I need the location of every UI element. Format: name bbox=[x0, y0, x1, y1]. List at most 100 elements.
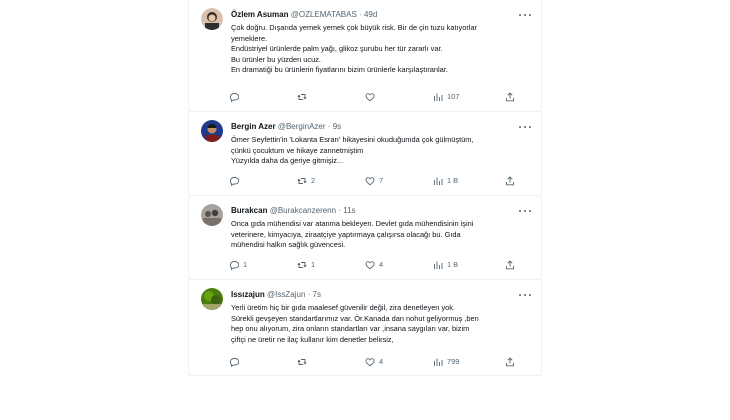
like-button[interactable]: 4 bbox=[365, 356, 383, 368]
tweet-text-line: Ömer Seyfettin'in 'Lokanta Esrarı' hikay… bbox=[231, 135, 474, 144]
like-count: 4 bbox=[379, 260, 384, 269]
tweet-time[interactable]: 7s bbox=[313, 290, 321, 299]
tweet-actions: 107 bbox=[229, 91, 531, 103]
heart-icon bbox=[365, 358, 375, 367]
share-button[interactable] bbox=[505, 356, 515, 368]
tweet-text-line: mühendisi halkın sağlık güvencesi. bbox=[231, 240, 346, 250]
more-icon[interactable] bbox=[519, 290, 531, 300]
reply-count: 1 bbox=[243, 260, 248, 269]
views-icon bbox=[434, 261, 443, 269]
share-icon bbox=[506, 92, 514, 102]
separator-dot: · bbox=[307, 290, 311, 299]
share-button[interactable] bbox=[505, 259, 515, 271]
author-name[interactable]: Bergin Azer bbox=[231, 122, 276, 131]
tweet-header: Özlem Asuman @OZLEMATABAS · 49d bbox=[231, 9, 533, 21]
like-count: 4 bbox=[379, 357, 384, 366]
retweet-icon bbox=[297, 262, 307, 268]
separator-dot: · bbox=[359, 10, 362, 19]
tweet-text-line: Endüstriyel ürünlerde palm yağı, glikoz … bbox=[231, 44, 443, 54]
author-name[interactable]: Burakcan bbox=[231, 206, 267, 215]
tweet-actions: 2 7 1 B bbox=[229, 175, 531, 187]
view-count: 1 B bbox=[447, 176, 459, 185]
views-icon bbox=[434, 358, 443, 366]
reply-button[interactable]: 1 bbox=[229, 259, 247, 271]
views-button[interactable]: 799 bbox=[433, 356, 459, 368]
retweet-count: 2 bbox=[311, 176, 316, 185]
retweet-button[interactable] bbox=[297, 91, 311, 103]
tweet[interactable]: Burakcan @Burakcanzerenn · 11s Onca gıda… bbox=[189, 196, 541, 280]
tweet-header: Burakcan @Burakcanzerenn · 11s bbox=[231, 205, 533, 217]
tweet-text-line: veterinere, kimyacıya, ziraatçiye yaptır… bbox=[231, 229, 461, 239]
tweet-text-line: En dramatiği bu ürünlerin fiyatlarını bi… bbox=[231, 65, 448, 75]
author-handle[interactable]: @Burakcanzerenn bbox=[270, 206, 336, 215]
separator-dot: · bbox=[327, 122, 331, 131]
view-count: 799 bbox=[447, 357, 460, 366]
tweet-text-line: Bu ürünler bu yüzden ucuz. bbox=[231, 54, 321, 64]
tweet-actions: 1 1 4 1 B bbox=[229, 259, 531, 271]
view-count: 1 B bbox=[447, 260, 459, 269]
author-name[interactable]: Issızajun bbox=[231, 290, 265, 299]
more-icon[interactable] bbox=[519, 122, 531, 132]
author-handle[interactable]: @IssZajun bbox=[267, 290, 305, 299]
tweet-actions: 4 799 bbox=[229, 356, 531, 368]
retweet-button[interactable] bbox=[297, 356, 311, 368]
reply-icon bbox=[229, 177, 239, 186]
tweet-time[interactable]: 49d bbox=[364, 10, 377, 19]
more-icon[interactable] bbox=[519, 10, 531, 20]
tweet-text-line: Çok doğru. Dışarıda yemek yemek çok büyü… bbox=[231, 23, 478, 32]
like-button[interactable]: 7 bbox=[365, 175, 383, 187]
share-icon bbox=[506, 260, 514, 270]
tweet-text-line: Sürekli gevşeyen standartlarımız var. Ör… bbox=[231, 313, 479, 323]
tweet-text: Çok doğru. Dışarıda yemek yemek çok büyü… bbox=[231, 23, 527, 76]
avatar[interactable] bbox=[201, 120, 223, 142]
share-icon bbox=[506, 357, 514, 367]
tweet-time[interactable]: 9s bbox=[333, 122, 341, 131]
tweet[interactable]: Issızajun @IssZajun · 7s Yerli üretim hi… bbox=[189, 280, 541, 375]
retweet-button[interactable]: 1 bbox=[297, 259, 315, 271]
share-button[interactable] bbox=[505, 175, 515, 187]
reply-icon bbox=[229, 261, 239, 270]
reply-button[interactable] bbox=[229, 175, 243, 187]
avatar[interactable] bbox=[201, 288, 223, 310]
tweet-text-line: hep onu alıyorum, zira onların standartl… bbox=[231, 324, 470, 334]
reply-icon bbox=[229, 93, 239, 102]
retweet-button[interactable]: 2 bbox=[297, 175, 315, 187]
tweet-text: Onca gıda mühendisi var atanma bekleyen.… bbox=[231, 219, 527, 251]
tweet-text-line: yemeklere. bbox=[231, 33, 268, 43]
retweet-icon bbox=[297, 94, 307, 100]
views-button[interactable]: 1 B bbox=[433, 175, 458, 187]
tweet[interactable]: Bergin Azer @BerginAzer · 9s Ömer Seyfet… bbox=[189, 112, 541, 196]
reply-button[interactable] bbox=[229, 356, 243, 368]
tweet-feed: Özlem Asuman @OZLEMATABAS · 49d Çok doğr… bbox=[188, 0, 542, 376]
more-icon[interactable] bbox=[519, 206, 531, 216]
separator-dot: · bbox=[338, 206, 341, 215]
author-handle[interactable]: @BerginAzer bbox=[278, 122, 326, 131]
retweet-count: 1 bbox=[311, 260, 316, 269]
tweet-header: Bergin Azer @BerginAzer · 9s bbox=[231, 121, 533, 133]
avatar[interactable] bbox=[201, 204, 223, 226]
like-button[interactable]: 4 bbox=[365, 259, 383, 271]
tweet-text-line: Yerli üretim hiç bir gıda maalesef güven… bbox=[231, 303, 456, 312]
tweet-text-line: çiftçi ne üretir ne ilaç kullanır kim de… bbox=[231, 334, 394, 344]
author-name[interactable]: Özlem Asuman bbox=[231, 10, 289, 19]
share-icon bbox=[506, 176, 514, 186]
tweet-time[interactable]: 11s bbox=[343, 206, 355, 215]
tweet-text: Yerli üretim hiç bir gıda maalesef güven… bbox=[231, 303, 527, 345]
views-button[interactable]: 1 B bbox=[433, 259, 458, 271]
like-button[interactable] bbox=[365, 91, 379, 103]
retweet-icon bbox=[297, 178, 307, 184]
tweet[interactable]: Özlem Asuman @OZLEMATABAS · 49d Çok doğr… bbox=[189, 0, 541, 112]
avatar[interactable] bbox=[201, 8, 223, 30]
view-count: 107 bbox=[447, 92, 460, 101]
heart-icon bbox=[365, 261, 375, 270]
retweet-icon bbox=[297, 359, 307, 365]
like-count: 7 bbox=[379, 176, 384, 185]
tweet-header: Issızajun @IssZajun · 7s bbox=[231, 289, 533, 301]
tweet-text-line: Onca gıda mühendisi var atanma bekleyen.… bbox=[231, 219, 474, 228]
tweet-text: Ömer Seyfettin'in 'Lokanta Esrarı' hikay… bbox=[231, 135, 527, 167]
share-button[interactable] bbox=[505, 91, 515, 103]
views-icon bbox=[434, 177, 443, 185]
reply-button[interactable] bbox=[229, 91, 243, 103]
views-button[interactable]: 107 bbox=[433, 91, 459, 103]
author-handle[interactable]: @OZLEMATABAS bbox=[291, 10, 357, 19]
